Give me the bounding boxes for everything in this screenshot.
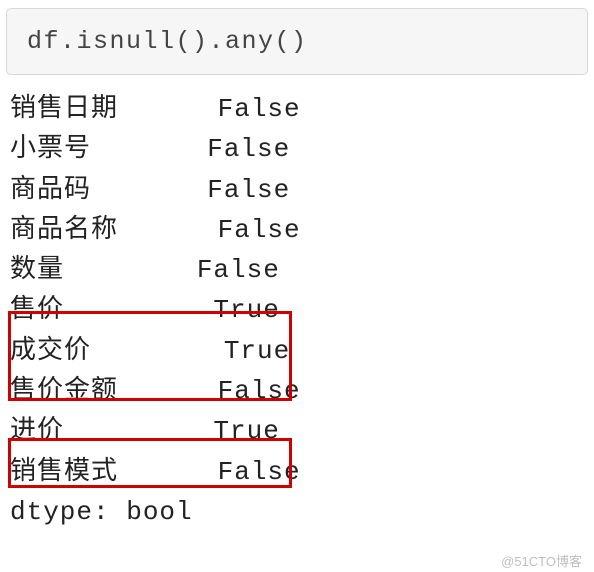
- dtype-line: dtype: bool: [10, 492, 594, 532]
- watermark-text: @51CTO博客: [501, 551, 582, 570]
- output-row: 商品码 False: [10, 170, 594, 210]
- output-row: 销售日期 False: [10, 89, 594, 129]
- output-row: 商品名称 False: [10, 210, 594, 250]
- output-row: 售价金额 False: [10, 371, 594, 411]
- code-input-cell[interactable]: df.isnull().any(): [6, 8, 588, 75]
- output-block: 销售日期 False 小票号 False 商品码 False 商品名称 Fals…: [10, 89, 594, 532]
- output-row: 小票号 False: [10, 129, 594, 169]
- output-row: 成交价 True: [10, 331, 594, 371]
- output-row: 售价 True: [10, 290, 594, 330]
- code-text: df.isnull().any(): [27, 27, 308, 56]
- output-row: 销售模式 False: [10, 452, 594, 492]
- output-row: 数量 False: [10, 250, 594, 290]
- output-row: 进价 True: [10, 411, 594, 451]
